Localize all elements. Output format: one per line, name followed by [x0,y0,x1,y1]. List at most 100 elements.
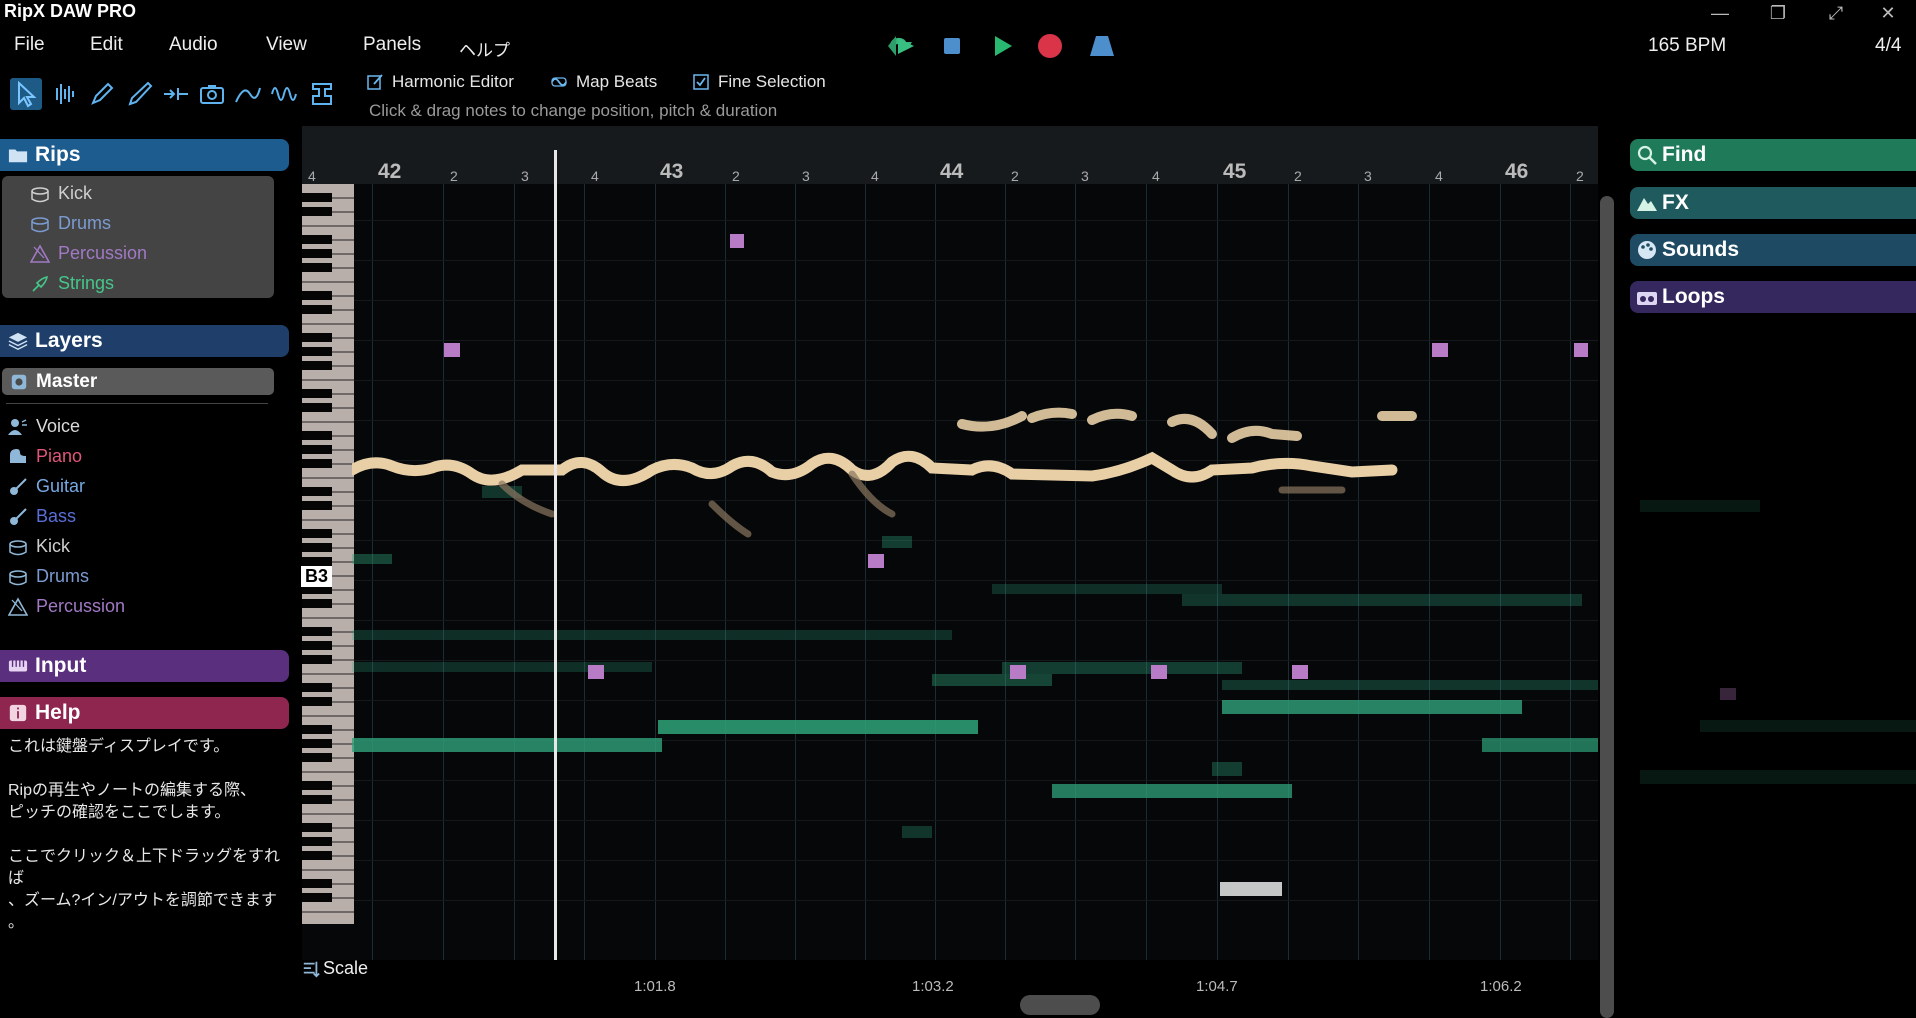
voice-pitch-curve[interactable] [352,450,1398,486]
loop-play-button[interactable] [886,32,918,60]
stamp-icon [312,83,332,105]
layer-item-label: Drums [36,566,89,586]
layer-item-guitar[interactable]: Guitar [8,476,85,497]
piano-keyboard[interactable] [302,184,354,924]
drum-icon [9,539,27,555]
join-icon [164,88,188,100]
pencil-tool[interactable] [86,78,118,110]
pen-icon [128,81,153,106]
menu-help[interactable]: ヘルプ [459,36,510,61]
help-panel-header[interactable]: Help [0,697,289,729]
loop-play-icon [888,36,914,56]
metronome-button[interactable] [1086,32,1118,60]
master-layer[interactable]: Master [2,368,274,395]
fx-panel-header[interactable]: FX [1630,187,1916,219]
menu-file[interactable]: File [14,34,45,56]
menu-audio[interactable]: Audio [169,34,218,56]
audio-tool[interactable] [48,78,80,110]
edit-icon [367,74,383,90]
notes-canvas[interactable] [352,184,1598,960]
map-beats-label: Map Beats [576,72,658,91]
loops-title: Loops [1662,285,1725,308]
rips-panel-header[interactable]: Rips [0,139,289,171]
horizontal-scrollbar[interactable] [1020,995,1100,1015]
time-label: 1:01.8 [634,978,676,995]
rip-item-kick[interactable]: Kick [30,183,92,204]
layer-item-kick[interactable]: Kick [8,536,70,557]
join-tool[interactable] [160,78,192,110]
close-button[interactable]: ✕ [1868,0,1908,26]
cursor-icon [18,80,37,108]
play-icon [995,36,1012,56]
layer-item-label: Percussion [36,596,126,616]
pen-tool[interactable] [124,78,156,110]
minimize-button[interactable]: — [1700,0,1740,26]
find-panel-header[interactable]: Find [1630,139,1916,171]
bar-number: 45 [1223,160,1247,183]
strings-notes[interactable] [352,486,1598,838]
loops-panel-header[interactable]: Loops [1630,281,1916,313]
record-button[interactable] [1034,32,1066,60]
time-label: 1:04.7 [1196,978,1238,995]
sounds-panel-header[interactable]: Sounds [1630,234,1916,266]
scale-icon [303,961,320,977]
layer-item-label: Voice [36,416,81,436]
stop-icon [944,38,960,54]
record-icon [1038,34,1062,58]
menu-view[interactable]: View [266,34,307,56]
layer-item-voice[interactable]: Voice [8,416,80,437]
layer-item-piano[interactable]: Piano [8,446,82,467]
snapshot-tool[interactable] [196,78,228,110]
vertical-scrollbar[interactable] [1600,196,1614,1018]
map-beats-toggle[interactable]: Map Beats [550,72,657,92]
rip-item-label: Strings [58,273,115,293]
playhead[interactable] [554,150,557,960]
layer-item-bass[interactable]: Bass [8,506,76,527]
beat-number: 2 [1011,168,1019,184]
beat-number: 3 [1081,168,1089,184]
harmonic-editor-label: Harmonic Editor [392,72,514,91]
bass-guitar-icon [10,507,27,525]
sounds-title: Sounds [1662,238,1739,261]
rip-item-percussion[interactable]: Percussion [30,243,147,264]
input-panel-header[interactable]: Input [0,650,289,682]
tempo-display[interactable]: 165 BPM [1648,35,1726,57]
keyboard-icon [8,660,28,672]
percussion-notes[interactable] [444,234,1588,679]
rip-item-strings[interactable]: Strings [30,273,114,294]
rip-item-label: Drums [58,213,111,233]
restore-button[interactable]: ❐ [1758,0,1798,26]
stop-button[interactable] [936,32,968,60]
voice-pitch-curve[interactable] [957,407,1417,443]
layer-item-percussion[interactable]: Percussion [8,596,125,617]
fine-selection-checkbox[interactable]: Fine Selection [692,72,826,92]
layers-panel-header[interactable]: Layers [0,325,289,357]
vibrato-tool[interactable] [268,78,300,110]
select-tool[interactable] [10,78,42,110]
beat-number: 2 [732,168,740,184]
waveform-icon [56,84,74,104]
title-bar [0,0,1916,26]
time-signature-display[interactable]: 4/4 [1875,35,1901,57]
selected-note[interactable] [1220,882,1282,896]
pitch-curve-tool[interactable] [232,78,264,110]
harmonic-editor-toggle[interactable]: Harmonic Editor [366,72,514,92]
play-button[interactable] [986,32,1018,60]
rip-item-label: Kick [58,183,93,203]
violin-icon [32,275,49,292]
layer-item-drums[interactable]: Drums [8,566,89,587]
beat-number: 2 [450,168,458,184]
stamp-tool[interactable] [306,78,338,110]
menu-edit[interactable]: Edit [90,34,123,56]
bar-number: 43 [660,160,684,183]
master-label: Master [36,370,98,392]
metronome-icon [1090,36,1114,56]
checkbox-icon [693,74,709,90]
triangle-icon [8,596,28,616]
fx-title: FX [1662,191,1689,214]
maximize-button[interactable]: ⤢ [1816,0,1856,26]
mountain-icon [1637,198,1657,211]
menu-panels[interactable]: Panels [363,34,421,56]
rip-item-drums[interactable]: Drums [30,213,111,234]
scale-button[interactable]: Scale [302,958,368,979]
